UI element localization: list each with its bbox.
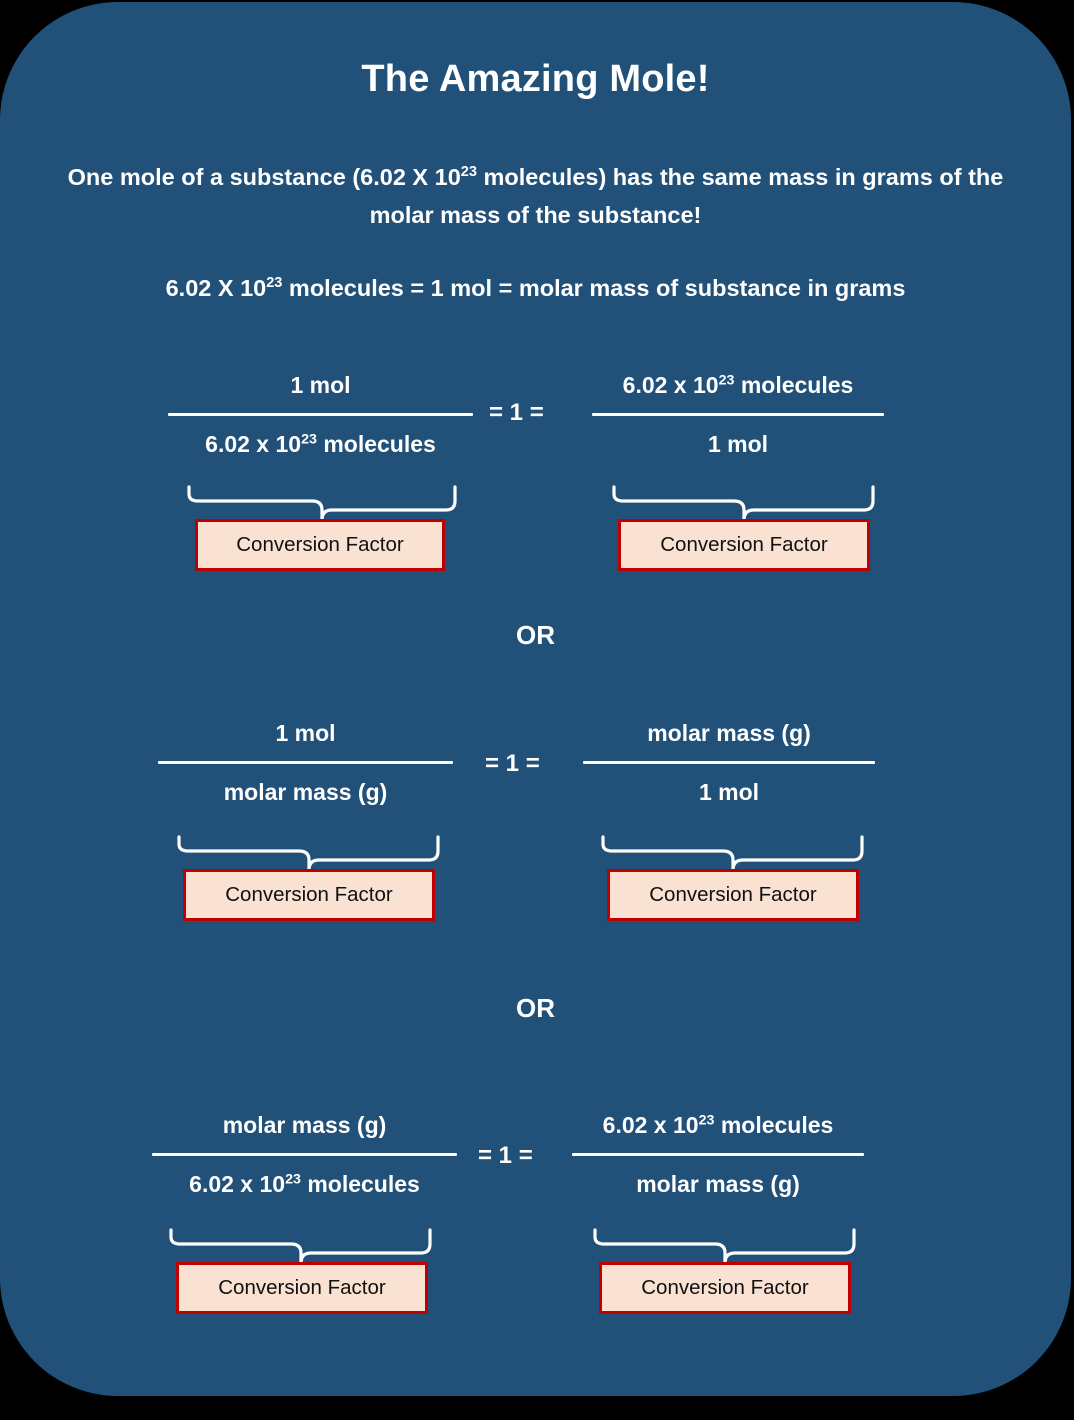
fraction-denominator: 6.02 x 1023 molecules	[152, 1169, 457, 1199]
equation-summary: 6.02 X 1023 molecules = 1 mol = molar ma…	[40, 275, 1031, 302]
curly-brace-icon	[593, 1228, 856, 1263]
brace-row2-right	[600, 834, 865, 870]
equation-part-a: 6.02 X 10	[165, 275, 267, 301]
denominator-mantissa: 6.02 x 10	[205, 431, 302, 457]
brace-row1-left	[186, 484, 458, 520]
fraction-bar	[572, 1153, 864, 1156]
brace-row3-left	[168, 1227, 433, 1263]
fraction-denominator: 1 mol	[707, 431, 769, 457]
denominator-unit: molecules	[316, 431, 436, 457]
numerator-mantissa: 6.02 x 10	[602, 1112, 699, 1138]
fraction-bar	[158, 761, 453, 764]
curly-brace-icon	[177, 835, 440, 870]
curly-brace-icon	[612, 485, 875, 520]
equation-part-b: molecules = 1 mol = molar mass of substa…	[282, 275, 906, 301]
denominator-exponent: 23	[301, 431, 317, 448]
fraction-bar	[592, 413, 884, 416]
fraction-bar	[168, 413, 473, 416]
equals-one-row2: = 1 =	[485, 750, 540, 777]
brace-row2-left	[176, 834, 441, 870]
conversion-factor-box-row1-right[interactable]: Conversion Factor	[618, 519, 870, 571]
fraction-denominator: 1 mol	[698, 779, 760, 805]
fraction-row2-left: 1 mol molar mass (g)	[158, 718, 453, 807]
fraction-row2-right: molar mass (g) 1 mol	[583, 718, 875, 807]
fraction-row3-right: 6.02 x 1023 molecules molar mass (g)	[572, 1110, 864, 1199]
numerator-exponent: 23	[698, 1112, 715, 1129]
curly-brace-icon	[187, 485, 457, 520]
denominator-unit: molecules	[300, 1171, 420, 1197]
conversion-factor-box-row2-left[interactable]: Conversion Factor	[183, 869, 435, 921]
subtitle-exponent: 23	[460, 164, 477, 181]
brace-row3-right	[592, 1227, 857, 1263]
fraction-numerator: molar mass (g)	[222, 1112, 387, 1138]
fraction-denominator: molar mass (g)	[636, 1171, 800, 1197]
fraction-row1-left: 1 mol 6.02 x 1023 molecules	[168, 370, 473, 459]
fraction-denominator: 6.02 x 1023 molecules	[168, 429, 473, 459]
or-separator-2: OR	[516, 993, 555, 1023]
equals-one-row3: = 1 =	[478, 1142, 533, 1169]
fraction-bar	[152, 1153, 457, 1156]
numerator-mantissa: 6.02 x 10	[622, 372, 719, 398]
fraction-denominator: molar mass (g)	[223, 779, 388, 805]
denominator-exponent: 23	[285, 1171, 301, 1188]
numerator-unit: molecules	[714, 1112, 834, 1138]
curly-brace-icon	[169, 1228, 432, 1263]
slide-card: The Amazing Mole! One mole of a substanc…	[0, 2, 1071, 1396]
subtitle-text: One mole of a substance (6.02 X 1023 mol…	[60, 158, 1011, 234]
page-title: The Amazing Mole!	[361, 58, 710, 100]
conversion-factor-box-row3-right[interactable]: Conversion Factor	[599, 1262, 851, 1314]
conversion-factor-box-row2-right[interactable]: Conversion Factor	[607, 869, 859, 921]
fraction-numerator: molar mass (g)	[647, 720, 811, 746]
numerator-unit: molecules	[734, 372, 854, 398]
fraction-numerator: 6.02 x 1023 molecules	[572, 1110, 864, 1140]
fraction-bar	[583, 761, 875, 764]
fraction-row3-left: molar mass (g) 6.02 x 1023 molecules	[152, 1110, 457, 1199]
conversion-factor-box-row3-left[interactable]: Conversion Factor	[176, 1262, 428, 1314]
equals-one-row1: = 1 =	[489, 399, 544, 426]
curly-brace-icon	[601, 835, 864, 870]
fraction-numerator: 6.02 x 1023 molecules	[592, 370, 884, 400]
numerator-exponent: 23	[718, 372, 735, 389]
fraction-numerator: 1 mol	[290, 372, 351, 398]
brace-row1-right	[611, 484, 876, 520]
fraction-row1-right: 6.02 x 1023 molecules 1 mol	[592, 370, 884, 459]
equation-exponent: 23	[266, 275, 283, 292]
conversion-factor-box-row1-left[interactable]: Conversion Factor	[195, 519, 445, 571]
subtitle-part-a: One mole of a substance (6.02 X 10	[67, 164, 461, 190]
fraction-numerator: 1 mol	[275, 720, 336, 746]
denominator-mantissa: 6.02 x 10	[189, 1171, 286, 1197]
or-separator-1: OR	[516, 620, 555, 650]
